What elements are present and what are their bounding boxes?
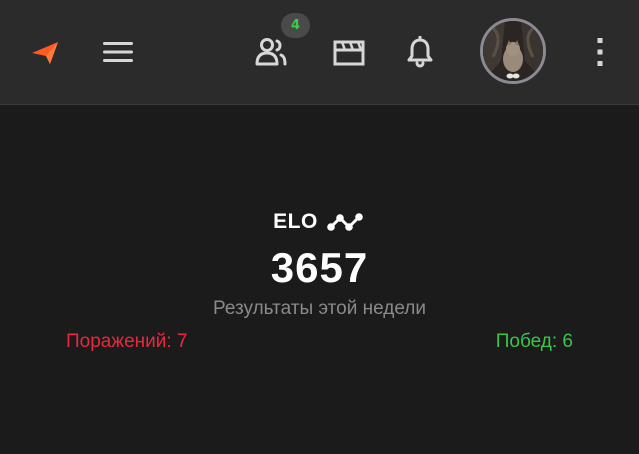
wins-count: Побед: 6 bbox=[495, 331, 573, 352]
losses-count: Поражений: 7 bbox=[66, 331, 188, 352]
friends-icon bbox=[255, 38, 287, 66]
user-avatar-image bbox=[483, 21, 543, 81]
weekly-results-section: ELO 3657 Результаты этой недели Поражени… bbox=[0, 106, 639, 454]
more-options-button[interactable] bbox=[588, 32, 612, 72]
elo-value: 3657 bbox=[270, 244, 369, 291]
weekly-results-label: Результаты этой недели bbox=[213, 298, 426, 319]
friends-notification-badge: 4 bbox=[281, 13, 310, 38]
logo-icon[interactable] bbox=[28, 36, 62, 68]
elo-trend-icon bbox=[327, 213, 363, 231]
elo-heading: ELO bbox=[0, 209, 639, 235]
videos-button[interactable] bbox=[326, 30, 372, 76]
kebab-menu-icon bbox=[597, 38, 603, 66]
top-navigation-bar: 4 bbox=[0, 0, 639, 105]
notifications-button[interactable] bbox=[397, 28, 443, 76]
elo-label: ELO bbox=[273, 210, 318, 233]
hamburger-menu-icon bbox=[103, 42, 133, 62]
bell-icon bbox=[407, 36, 433, 68]
hamburger-menu-button[interactable] bbox=[98, 33, 138, 71]
clapperboard-icon bbox=[333, 40, 365, 66]
avatar[interactable] bbox=[480, 18, 546, 84]
friends-button[interactable] bbox=[248, 30, 294, 76]
